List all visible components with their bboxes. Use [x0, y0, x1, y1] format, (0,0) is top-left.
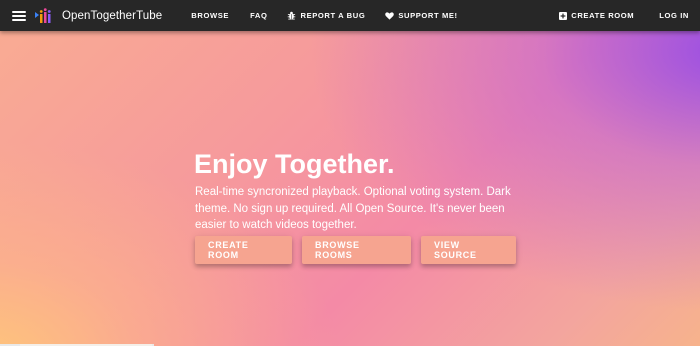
heart-icon — [385, 11, 395, 20]
hero-section: Enjoy Together. Real-time syncronized pl… — [0, 31, 700, 346]
hamburger-menu-icon[interactable] — [12, 10, 26, 21]
plus-box-icon — [559, 11, 568, 20]
nav-faq[interactable]: FAQ — [250, 11, 267, 20]
nav-report-bug-label: Report a bug — [300, 11, 366, 20]
nav-support-label: Support Me! — [398, 11, 458, 20]
top-navbar: OpenTogetherTube Browse FAQ Report a bug… — [0, 0, 700, 31]
nav-support[interactable]: Support Me! — [385, 11, 457, 20]
create-room-button[interactable]: Create Room — [195, 236, 292, 264]
hero-description: Real-time syncronized playback. Optional… — [195, 186, 511, 231]
nav-browse[interactable]: Browse — [191, 11, 229, 20]
hero-title: Enjoy Together. — [194, 149, 395, 179]
nav-report-bug[interactable]: Report a bug — [287, 11, 365, 20]
brand-name[interactable]: OpenTogetherTube — [62, 10, 162, 22]
nav-login[interactable]: Log in — [659, 11, 689, 20]
view-source-button[interactable]: View Source — [421, 236, 516, 264]
nav-create-room[interactable]: Create Room — [559, 11, 634, 20]
hero-button-row: Create Room Browse Rooms View Source — [195, 236, 516, 264]
opentogethertube-logo[interactable] — [35, 8, 52, 23]
browse-rooms-button[interactable]: Browse Rooms — [302, 236, 411, 264]
nav-create-room-label: Create Room — [571, 11, 635, 20]
bug-icon — [288, 11, 296, 20]
